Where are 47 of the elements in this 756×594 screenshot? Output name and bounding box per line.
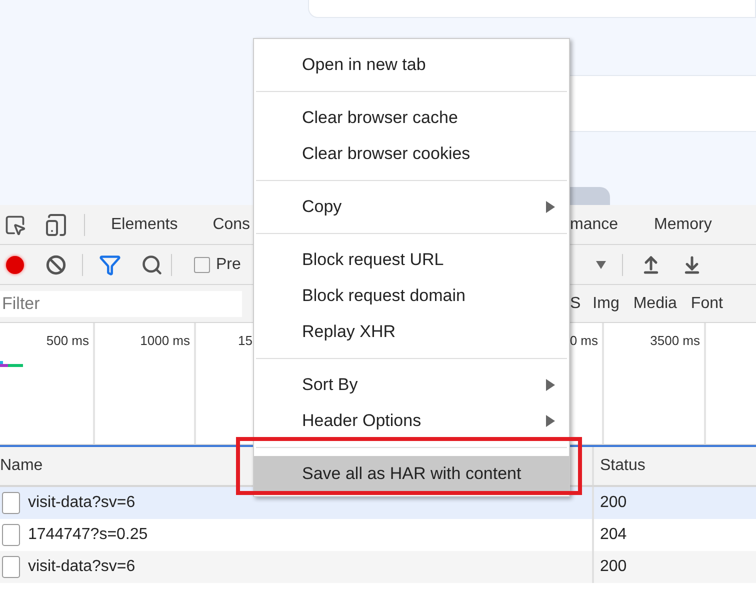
download-icon[interactable] xyxy=(682,254,702,274)
request-name: 1744747?s=0.25 xyxy=(28,526,148,544)
menu-item[interactable]: Clear browser cache xyxy=(254,100,569,136)
record-button[interactable] xyxy=(6,256,24,274)
panel-tab[interactable]: Elements xyxy=(111,216,178,234)
time-label: 3500 ms xyxy=(650,333,700,348)
request-row[interactable]: visit-data?sv=6 200 xyxy=(0,551,756,583)
menu-item[interactable]: Save all as HAR with content xyxy=(254,456,569,492)
device-icon[interactable] xyxy=(44,212,68,236)
type-filter[interactable]: Img xyxy=(592,294,620,312)
clear-icon[interactable] xyxy=(46,254,66,274)
filter-icon[interactable] xyxy=(99,254,121,276)
file-icon xyxy=(2,492,20,514)
request-name: visit-data?sv=6 xyxy=(28,494,136,512)
type-filter[interactable]: S xyxy=(570,294,581,312)
column-header[interactable]: Status xyxy=(594,447,756,485)
menu-item[interactable]: Header Options xyxy=(254,403,569,439)
status-cell-text: 200 xyxy=(599,493,628,513)
time-label: 0 ms xyxy=(570,333,598,348)
menu-item[interactable]: Block request domain xyxy=(254,278,569,314)
menu-item[interactable]: Sort By xyxy=(254,367,569,403)
file-icon xyxy=(2,524,20,546)
menu-item[interactable]: Block request URL xyxy=(254,242,569,278)
menu-item[interactable]: Open in new tab xyxy=(254,47,569,83)
inspect-icon[interactable] xyxy=(4,214,26,236)
time-label: 15 xyxy=(238,333,252,348)
file-icon xyxy=(2,556,20,578)
panel-tab[interactable]: Memory xyxy=(654,216,712,234)
status-cell-text: 200 xyxy=(599,557,628,577)
type-filter[interactable]: Font xyxy=(690,294,723,312)
status-cell-text: 204 xyxy=(599,525,628,545)
request-name: visit-data?sv=6 xyxy=(28,558,136,576)
waterfall-bars-drawing xyxy=(0,361,24,369)
menu-item[interactable]: Copy xyxy=(254,189,569,225)
type-filter[interactable]: Media xyxy=(633,294,677,312)
panel-tab[interactable]: mance xyxy=(570,216,618,234)
filter-field[interactable]: Filter xyxy=(0,290,242,316)
panel-tab[interactable]: Cons xyxy=(212,216,250,234)
dropdown-caret-icon xyxy=(596,258,606,270)
checkbox-label: Pre xyxy=(216,256,241,274)
time-label: 500 ms xyxy=(46,333,89,348)
upload-icon[interactable] xyxy=(641,254,661,274)
time-label: 1000 ms xyxy=(140,333,190,348)
preserve-checkbox[interactable] xyxy=(194,256,210,272)
search-icon[interactable] xyxy=(141,254,163,276)
menu-item[interactable]: Clear browser cookies xyxy=(254,136,569,172)
menu-item[interactable]: Replay XHR xyxy=(254,314,569,350)
